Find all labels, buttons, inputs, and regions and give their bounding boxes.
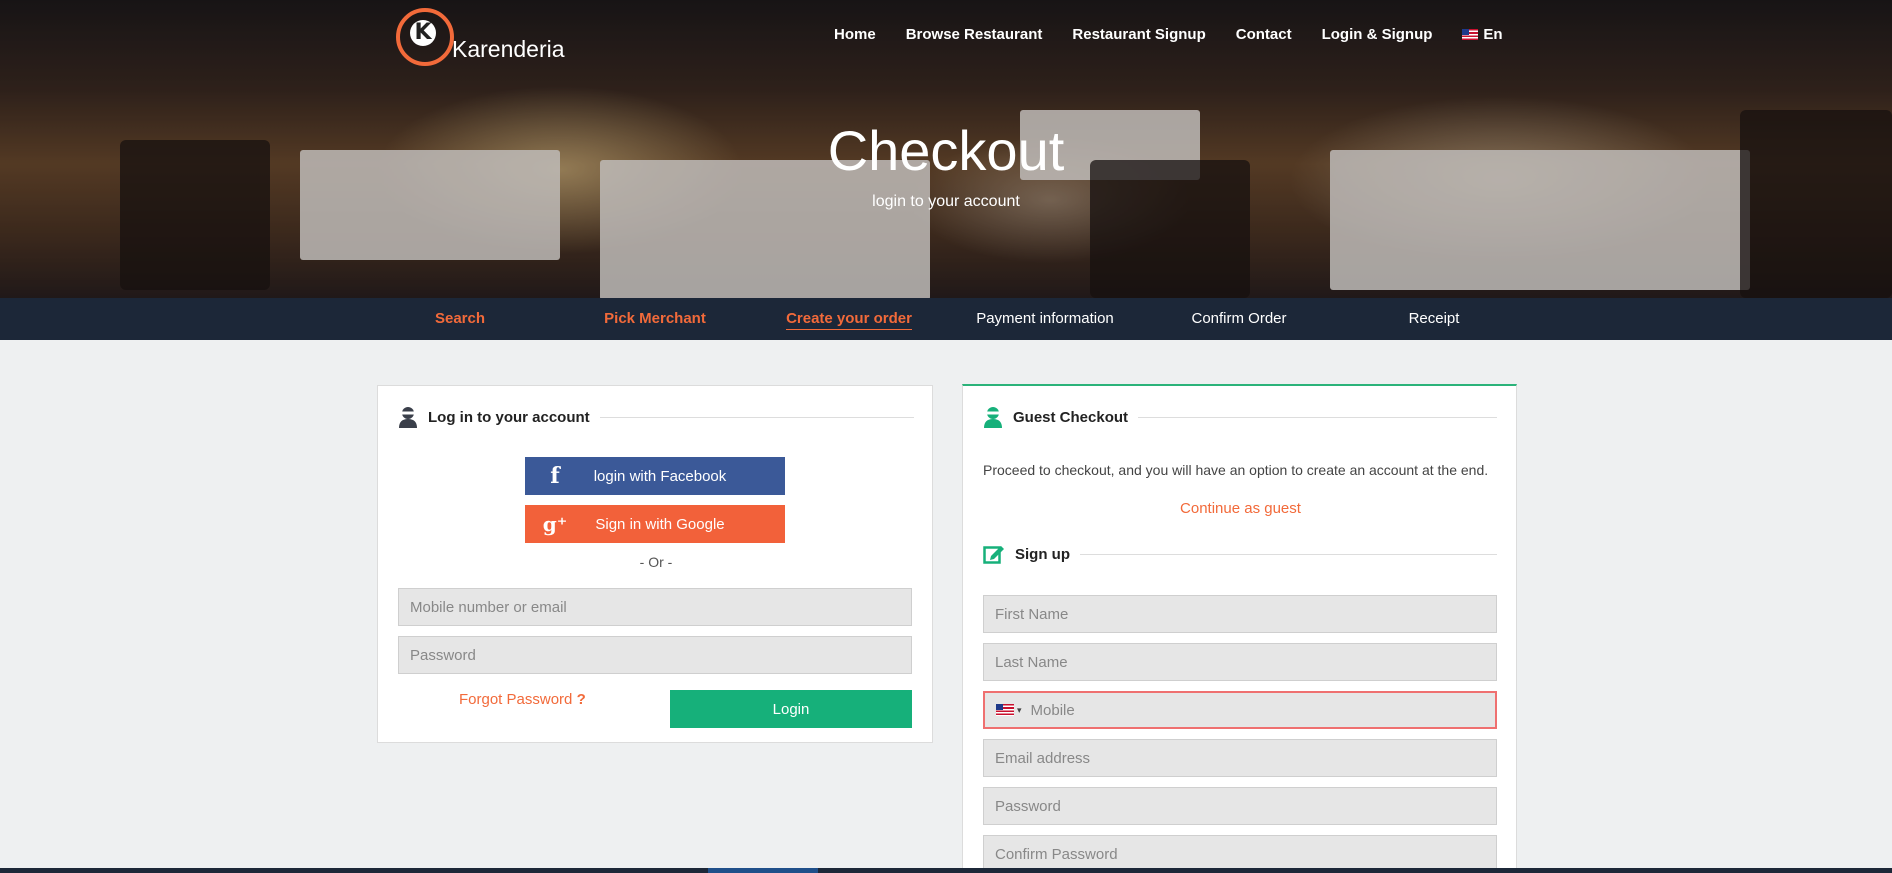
signup-password-input[interactable]: Password: [983, 787, 1497, 825]
divider: [1080, 553, 1497, 555]
google-signin-button[interactable]: g⁺ Sign in with Google: [525, 505, 785, 543]
footer-strip: [0, 868, 1892, 873]
us-flag-icon: [1462, 29, 1479, 40]
step-confirm-order: Confirm Order: [1149, 310, 1329, 327]
last-name-input[interactable]: Last Name: [983, 643, 1497, 681]
guest-user-icon: [984, 407, 1002, 428]
divider: [599, 416, 914, 418]
nav-login-signup[interactable]: Login & Signup: [1322, 26, 1433, 43]
signup-heading-text: Sign up: [1015, 545, 1070, 563]
step-label: Receipt: [1408, 310, 1460, 327]
logo-letter: K: [410, 20, 436, 46]
guest-signup-panel: Guest Checkout Proceed to checkout, and …: [962, 384, 1517, 873]
password-input[interactable]: Password: [398, 636, 912, 674]
edit-icon: [983, 546, 1004, 564]
us-flag-icon: [996, 704, 1014, 716]
continue-as-guest-link[interactable]: Continue as guest: [963, 500, 1518, 517]
step-label: Payment information: [976, 310, 1114, 327]
facebook-login-label: login with Facebook: [593, 467, 727, 485]
mobile-placeholder: Mobile: [1030, 701, 1075, 719]
page-subtitle: login to your account: [872, 193, 1020, 210]
step-search[interactable]: Search: [370, 310, 550, 327]
page-title: Checkout: [827, 119, 1065, 182]
step-label: Create your order: [786, 310, 912, 330]
brand-name: Karenderia: [452, 36, 565, 62]
login-heading: Log in to your account: [398, 406, 914, 428]
google-signin-label: Sign in with Google: [595, 515, 725, 533]
step-label: Search: [434, 310, 486, 327]
footer-accent: [708, 868, 818, 873]
step-payment-information: Payment information: [955, 310, 1135, 327]
nav-home[interactable]: Home: [834, 26, 876, 43]
nav-browse-restaurant[interactable]: Browse Restaurant: [906, 26, 1043, 43]
first-name-input[interactable]: First Name: [983, 595, 1497, 633]
facebook-icon: f: [550, 463, 560, 489]
top-navigation: Home Browse Restaurant Restaurant Signup…: [834, 26, 1503, 43]
user-icon: [399, 407, 417, 428]
login-heading-text: Log in to your account: [428, 408, 590, 426]
brand-logo[interactable]: K Karenderia: [396, 8, 596, 68]
step-pick-merchant[interactable]: Pick Merchant: [565, 310, 745, 327]
chevron-down-icon[interactable]: ▾: [1017, 705, 1022, 716]
mobile-input[interactable]: ▾ Mobile: [983, 691, 1497, 729]
username-input[interactable]: Mobile number or email: [398, 588, 912, 626]
email-input[interactable]: Email address: [983, 739, 1497, 777]
login-panel: Log in to your account f login with Face…: [377, 385, 933, 743]
language-label: En: [1483, 26, 1503, 43]
google-plus-icon: g⁺: [542, 512, 568, 536]
or-separator: - Or -: [639, 554, 673, 570]
divider: [1138, 416, 1497, 418]
nav-restaurant-signup[interactable]: Restaurant Signup: [1072, 26, 1205, 43]
facebook-login-button[interactable]: f login with Facebook: [525, 457, 785, 495]
checkout-steps-bar: Search Pick Merchant Create your order P…: [0, 298, 1892, 340]
nav-contact[interactable]: Contact: [1236, 26, 1292, 43]
step-create-order[interactable]: Create your order: [759, 310, 939, 330]
guest-heading: Guest Checkout: [983, 406, 1497, 428]
guest-description: Proceed to checkout, and you will have a…: [983, 462, 1489, 478]
step-receipt: Receipt: [1344, 310, 1524, 327]
question-icon: ?: [576, 691, 586, 708]
forgot-password-link[interactable]: Forgot Password ?: [459, 691, 586, 708]
signup-heading: Sign up: [983, 543, 1497, 565]
hero-banner: K Karenderia Home Browse Restaurant Rest…: [0, 0, 1892, 298]
login-button[interactable]: Login: [670, 690, 912, 728]
step-label: Confirm Order: [1191, 310, 1287, 327]
guest-heading-text: Guest Checkout: [1013, 408, 1129, 426]
step-label: Pick Merchant: [604, 310, 706, 327]
language-selector[interactable]: En: [1462, 26, 1503, 43]
forgot-password-label: Forgot Password: [459, 691, 573, 708]
